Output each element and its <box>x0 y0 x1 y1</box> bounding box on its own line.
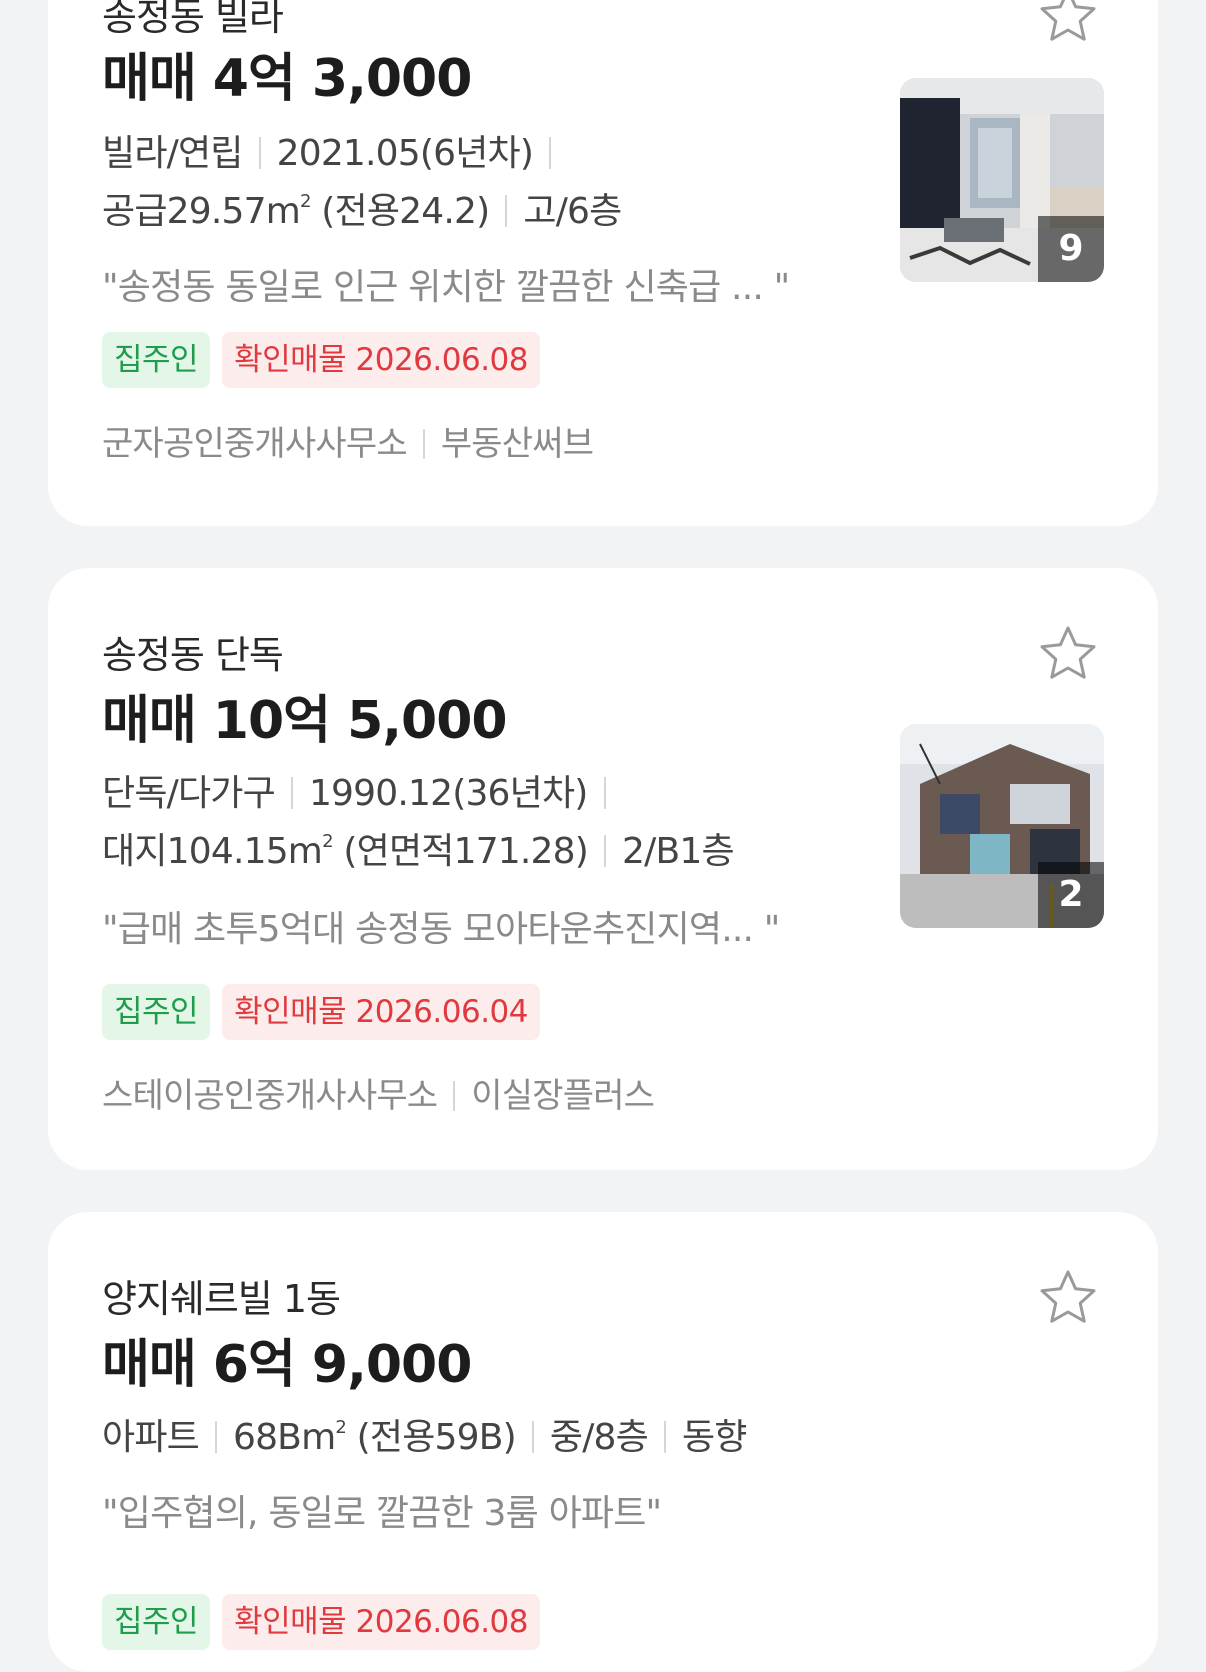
listing-title: 송정동 단독 <box>102 633 284 677</box>
listing-spec-line-2: 공급29.57m2 (전용24.2) 고/6층 <box>102 182 622 234</box>
area: 68Bm <box>232 1417 336 1458</box>
built-year: 1990.12(36년차) <box>308 773 588 814</box>
floor: 2/B1층 <box>622 831 735 872</box>
divider <box>214 1421 217 1453</box>
property-type: 아파트 <box>102 1417 200 1458</box>
photo-count-badge: 9 <box>1038 216 1104 282</box>
listing-title: 양지쉐르빌 1동 <box>102 1277 341 1321</box>
listing-source: 이실장플러스 <box>471 1076 655 1116</box>
star-outline-icon[interactable] <box>1036 0 1100 48</box>
owner-tag: 집주인 <box>102 332 211 388</box>
divider <box>505 195 508 227</box>
divider <box>422 429 425 459</box>
listing-price: 매매 4억 3,000 <box>102 49 472 109</box>
listing-description: "급매 초투5억대 송정동 모아타운추진지역... " <box>102 909 780 950</box>
star-outline-icon[interactable] <box>1036 1266 1100 1330</box>
owner-tag: 집주인 <box>102 1594 211 1650</box>
listing-description: "입주협의, 동일로 깔끔한 3룸 아파트" <box>102 1493 662 1534</box>
listing-spec-line-2: 대지104.15m2 (연면적171.28) 2/B1층 <box>102 822 735 874</box>
listing-thumbnail[interactable]: 9 <box>900 78 1104 282</box>
divider <box>290 777 293 809</box>
star-outline-icon[interactable] <box>1036 622 1100 686</box>
listing-spec-line-1: 아파트 68Bm2 (전용59B) 중/8층 동향 <box>102 1408 747 1460</box>
area: 공급29.57m <box>102 191 301 232</box>
direction: 동향 <box>681 1417 747 1458</box>
tag-row: 집주인 확인매물 2026.06.08 <box>102 1594 540 1650</box>
tag-row: 집주인 확인매물 2026.06.04 <box>102 984 540 1040</box>
photo-count-badge: 2 <box>1038 862 1104 928</box>
agency-line: 군자공인중개사사무소 부동산써브 <box>102 416 594 465</box>
divider <box>603 777 606 809</box>
listing-spec-line-1: 빌라/연립 2021.05(6년차) <box>102 124 567 176</box>
agency-line: 스테이공인중개사사무소 이실장플러스 <box>102 1068 655 1117</box>
listing-card[interactable]: 송정동 빌라 매매 4억 3,000 빌라/연립 2021.05(6년차) 공급2… <box>48 0 1158 526</box>
property-type: 빌라/연립 <box>102 133 243 174</box>
listing-price: 매매 6억 9,000 <box>102 1335 472 1395</box>
listing-thumbnail[interactable]: 2 <box>900 724 1104 928</box>
verified-tag: 확인매물 2026.06.04 <box>222 984 540 1040</box>
divider <box>453 1081 456 1111</box>
listing-description: "송정동 동일로 인근 위치한 깔끔한 신축급 ... " <box>102 267 790 308</box>
tag-row: 집주인 확인매물 2026.06.08 <box>102 332 540 388</box>
agency-name: 스테이공인중개사사무소 <box>102 1076 438 1116</box>
floor: 고/6층 <box>523 191 622 232</box>
divider <box>258 137 261 169</box>
divider <box>549 137 552 169</box>
area-detail: (전용24.2) <box>321 191 490 232</box>
owner-tag: 집주인 <box>102 984 211 1040</box>
listing-card[interactable]: 송정동 단독 매매 10억 5,000 단독/다가구 1990.12(36년차) … <box>48 568 1158 1170</box>
verified-tag: 확인매물 2026.06.08 <box>222 1594 540 1650</box>
divider <box>531 1421 534 1453</box>
listing-title: 송정동 빌라 <box>102 0 284 39</box>
area-unit-sup: 2 <box>322 831 333 852</box>
agency-name: 군자공인중개사사무소 <box>102 424 408 464</box>
floor: 중/8층 <box>549 1417 649 1458</box>
listing-card[interactable]: 양지쉐르빌 1동 매매 6억 9,000 아파트 68Bm2 (전용59B) 중/8… <box>48 1212 1158 1672</box>
divider <box>663 1421 666 1453</box>
area-unit-sup: 2 <box>335 1417 346 1438</box>
area: 대지104.15m <box>102 831 323 872</box>
area-unit-sup: 2 <box>299 191 311 212</box>
area-detail: (연면적171.28) <box>343 831 589 872</box>
property-type: 단독/다가구 <box>102 773 276 814</box>
built-year: 2021.05(6년차) <box>276 133 534 174</box>
area-detail: (전용59B) <box>356 1417 517 1458</box>
verified-tag: 확인매물 2026.06.08 <box>222 332 540 388</box>
listing-spec-line-1: 단독/다가구 1990.12(36년차) <box>102 764 622 816</box>
divider <box>604 835 607 867</box>
listing-source: 부동산써브 <box>440 424 594 464</box>
listing-price: 매매 10억 5,000 <box>102 691 508 751</box>
